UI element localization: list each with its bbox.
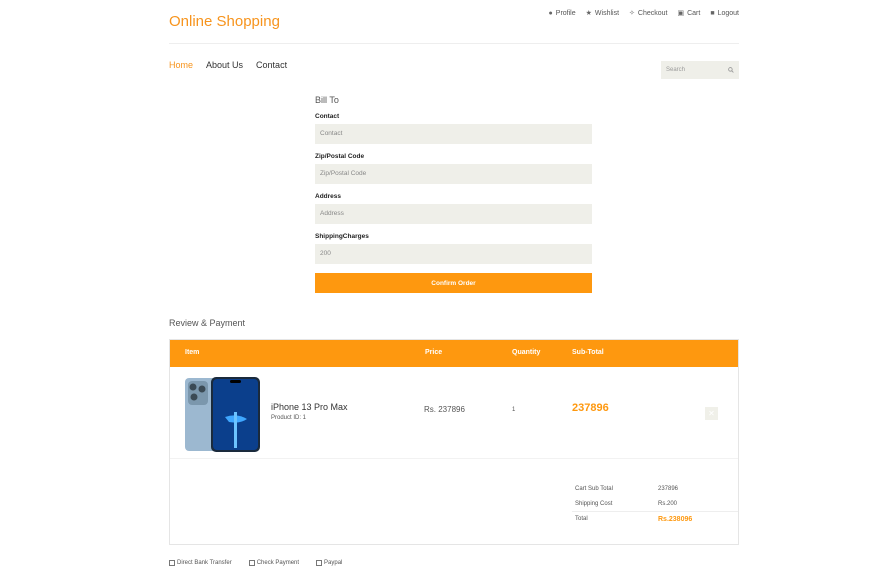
star-icon: ★: [585, 10, 592, 17]
bill-to-form: Bill To Contact Contact Zip/Postal Code …: [315, 95, 592, 293]
cart-totals: Cart Sub Total 237896 Shipping Cost Rs.200…: [572, 481, 738, 526]
contact-label: Contact: [315, 113, 340, 120]
payment-options: Direct Bank Transfer Check Payment Paypa…: [169, 560, 342, 566]
header-divider: [169, 43, 739, 44]
zip-field[interactable]: Zip/Postal Code: [315, 164, 592, 184]
checkbox[interactable]: [248, 560, 255, 566]
cart-icon: ▣: [677, 10, 685, 17]
product-quantity: 1: [512, 407, 516, 413]
totals-row: Total Rs.238096: [572, 511, 738, 526]
nav-item-contact[interactable]: Contact: [256, 60, 287, 70]
contact-field[interactable]: Contact: [315, 124, 592, 144]
product-subtotal: 237896: [572, 402, 609, 414]
column-price: Price: [425, 349, 443, 356]
shipping-charges-label: ShippingCharges: [315, 233, 369, 240]
product-id: Product ID: 1: [271, 415, 307, 421]
top-links: ● Profile ★ Wishlist ✧ Checkout ▣ Cart ■ Logo…: [549, 9, 739, 18]
column-item: Item: [185, 349, 200, 356]
search-placeholder: Search: [666, 67, 686, 73]
totals-row: Cart Sub Total 237896: [575, 485, 679, 492]
crosshair-icon: ✧: [629, 10, 635, 17]
main-nav: Home About Us Contact: [169, 60, 287, 70]
nav-item-home[interactable]: Home: [169, 60, 193, 70]
payment-option-paypal[interactable]: Paypal: [316, 560, 342, 566]
checkbox[interactable]: [316, 560, 323, 566]
address-label: Address: [315, 193, 342, 200]
search-input[interactable]: Search: [661, 61, 739, 79]
user-icon: ●: [548, 9, 553, 17]
product-price: Rs. 237896: [424, 405, 465, 414]
payment-option-check[interactable]: Check Payment: [248, 560, 299, 566]
brand-title[interactable]: Online Shopping: [169, 13, 280, 30]
profile-link[interactable]: ● Profile: [549, 9, 576, 17]
delete-item-button[interactable]: ✕: [705, 407, 718, 420]
wishlist-link[interactable]: ★ Wishlist: [585, 9, 619, 18]
product-image[interactable]: [185, 377, 260, 452]
bill-to-title: Bill To: [315, 95, 339, 105]
table-row: iPhone 13 Pro Max Product ID: 1 Rs. 2378…: [170, 367, 738, 459]
checkout-link[interactable]: ✧ Checkout: [629, 9, 667, 18]
column-quantity: Quantity: [512, 349, 541, 356]
totals-row: Shipping Cost Rs.200: [575, 500, 678, 507]
address-field[interactable]: Address: [315, 204, 592, 224]
review-payment-title: Review & Payment: [169, 318, 246, 328]
column-subtotal: Sub-Total: [572, 349, 604, 356]
logout-link[interactable]: ■ Logout: [710, 9, 739, 17]
cart-table-header: Item Price Quantity Sub-Total: [170, 340, 738, 367]
close-icon: ✕: [708, 409, 715, 418]
search-icon: [728, 67, 734, 73]
checkbox[interactable]: [169, 560, 175, 566]
nav-item-about-us[interactable]: About Us: [206, 60, 243, 70]
product-name[interactable]: iPhone 13 Pro Max: [271, 402, 348, 412]
lock-icon: ■: [710, 9, 715, 17]
cart-link[interactable]: ▣ Cart: [677, 9, 700, 18]
zip-label: Zip/Postal Code: [315, 153, 365, 160]
payment-option-bank[interactable]: Direct Bank Transfer: [169, 560, 232, 566]
confirm-order-button[interactable]: Confirm Order: [315, 273, 592, 293]
cart-table: Item Price Quantity Sub-Total iPhone 13 …: [169, 339, 739, 545]
shipping-charges-field[interactable]: 200: [315, 244, 592, 264]
